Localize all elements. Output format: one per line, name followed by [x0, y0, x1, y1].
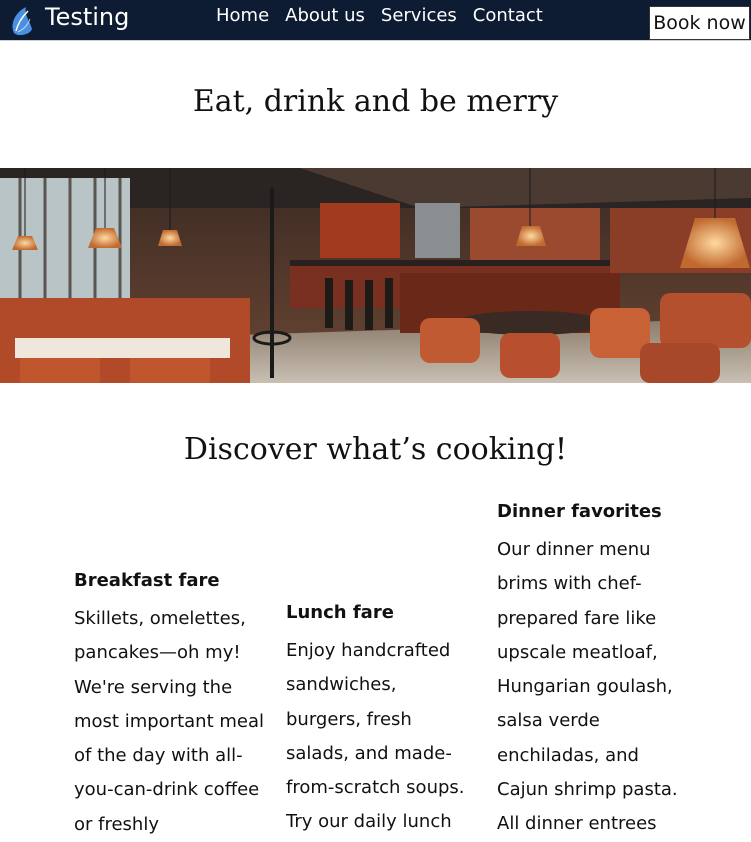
menu-section-title: Discover what’s cooking! — [183, 432, 568, 467]
nav-contact-link[interactable]: Contact — [473, 5, 543, 26]
brand-name[interactable]: Testing — [45, 3, 129, 31]
restaurant-interior-image — [0, 168, 751, 383]
breakfast-heading: Breakfast fare — [74, 570, 220, 591]
hero-title: Eat, drink and be merry — [192, 84, 559, 119]
dinner-card: Dinner favorites Our dinner menu brims w… — [497, 499, 687, 842]
brand-logo-icon[interactable] — [8, 3, 40, 37]
lunch-description: Enjoy handcrafted sandwiches, burgers, f… — [286, 640, 465, 833]
dinner-heading: Dinner favorites — [497, 501, 662, 522]
nav-home-link[interactable]: Home — [216, 5, 269, 26]
top-navbar: Testing Home About us Services Contact B… — [0, 0, 751, 41]
lunch-heading: Lunch fare — [286, 602, 394, 623]
book-now-button[interactable]: Book now — [649, 6, 750, 40]
breakfast-card: Breakfast fare Skillets, omelettes, panc… — [74, 568, 264, 842]
nav-services-link[interactable]: Services — [381, 5, 457, 26]
main-nav: Home About us Services Contact — [216, 5, 543, 26]
dinner-description: Our dinner menu brims with chef-prepared… — [497, 539, 678, 835]
nav-about-link[interactable]: About us — [285, 5, 365, 26]
lunch-card: Lunch fare Enjoy handcrafted sandwiches,… — [286, 600, 476, 840]
breakfast-description: Skillets, omelettes, pancakes—oh my! We'… — [74, 608, 264, 835]
